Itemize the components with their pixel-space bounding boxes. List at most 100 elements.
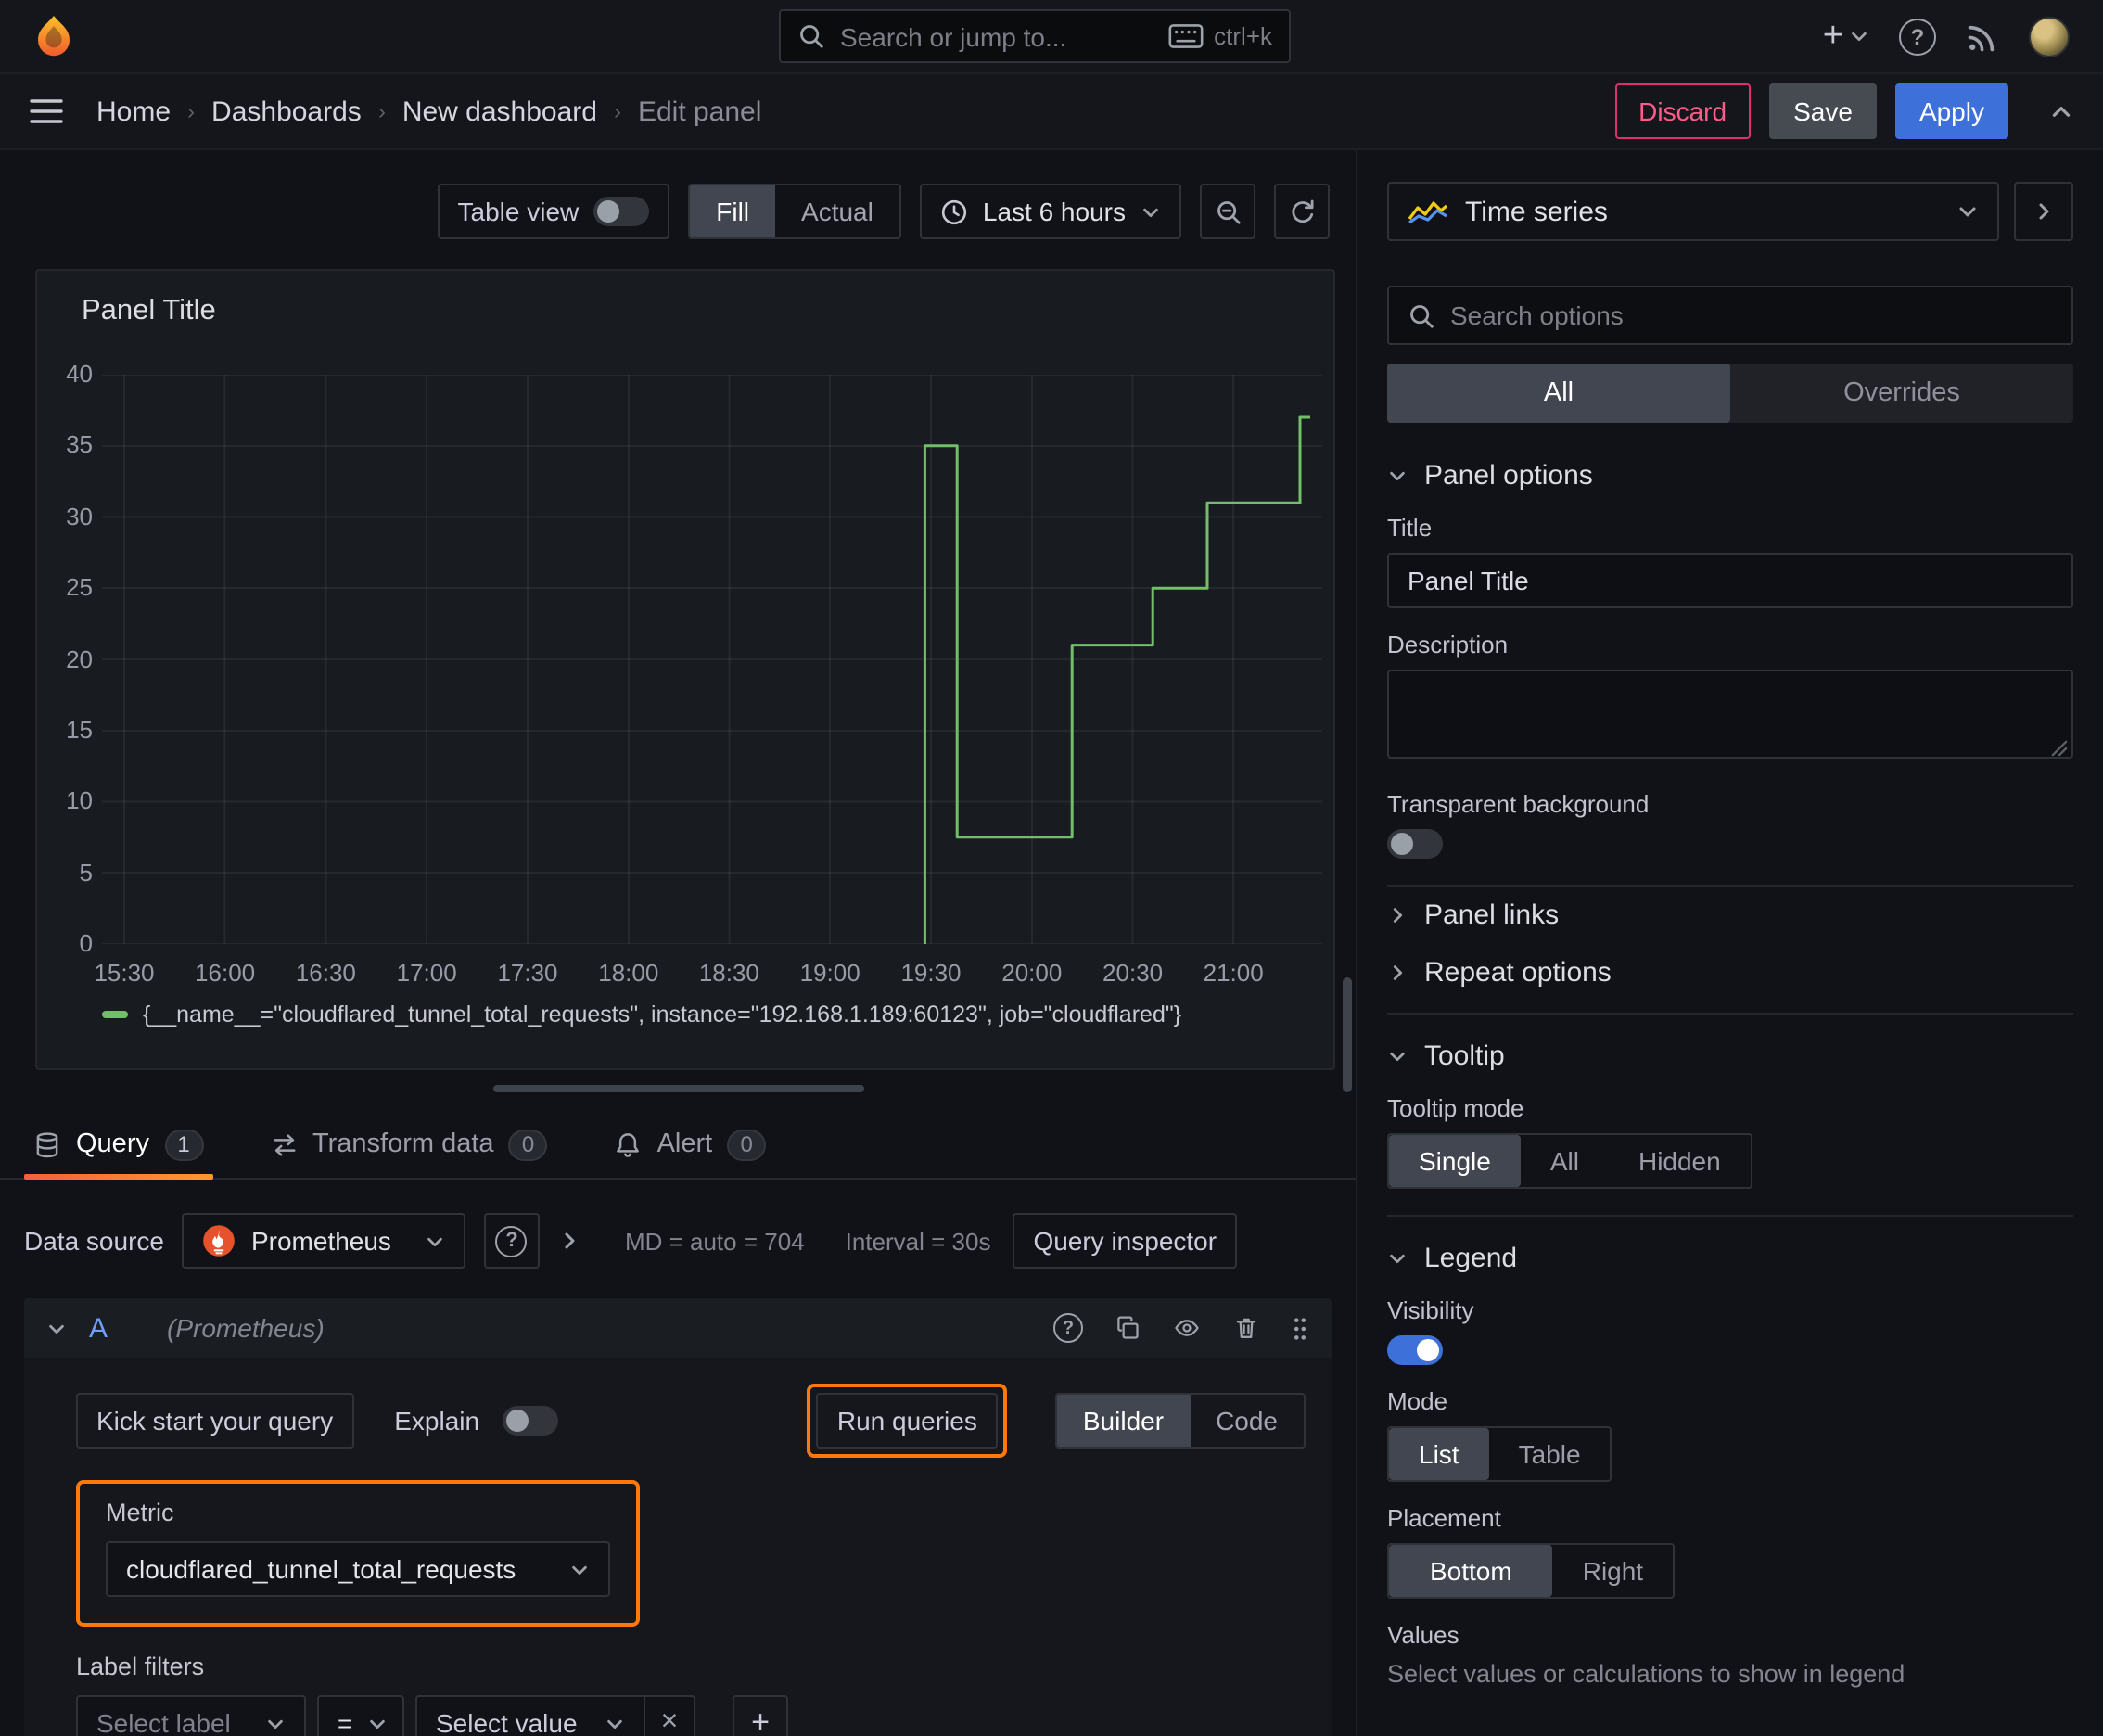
chevron-down-icon bbox=[367, 1713, 388, 1733]
add-filter-button[interactable]: + bbox=[733, 1695, 788, 1736]
refresh-button[interactable] bbox=[1274, 184, 1330, 239]
description-label: Description bbox=[1387, 631, 1509, 658]
placement-bottom-option[interactable]: Bottom bbox=[1389, 1545, 1553, 1597]
panel-options-section-header[interactable]: Panel options bbox=[1387, 460, 2073, 491]
chevron-down-icon bbox=[1849, 26, 1869, 46]
query-row-header[interactable]: A (Prometheus) ? bbox=[24, 1298, 1332, 1358]
select-label-dropdown[interactable]: Select label bbox=[76, 1695, 306, 1736]
chevron-down-icon[interactable] bbox=[46, 1318, 67, 1338]
tooltip-section-title: Tooltip bbox=[1424, 1040, 1505, 1072]
mode-list-option[interactable]: List bbox=[1389, 1428, 1489, 1480]
section-divider bbox=[1387, 1215, 2073, 1217]
query-ref-id[interactable]: A bbox=[89, 1312, 108, 1344]
fill-actual-group: Fill Actual bbox=[688, 184, 901, 239]
delete-query-trash-icon[interactable] bbox=[1233, 1315, 1259, 1341]
tooltip-single-option[interactable]: Single bbox=[1389, 1135, 1521, 1187]
hide-query-eye-icon[interactable] bbox=[1172, 1315, 1202, 1341]
legend-section-header[interactable]: Legend bbox=[1387, 1243, 2073, 1274]
description-textarea[interactable] bbox=[1387, 670, 2073, 759]
viz-type-picker[interactable]: Time series bbox=[1387, 182, 1999, 241]
grafana-logo-icon[interactable] bbox=[30, 12, 78, 60]
table-view-switch[interactable] bbox=[593, 197, 650, 226]
remove-filter-icon[interactable]: × bbox=[644, 1697, 694, 1736]
discard-button[interactable]: Discard bbox=[1614, 83, 1752, 139]
duplicate-icon[interactable] bbox=[1115, 1315, 1141, 1341]
new-menu-button[interactable]: + bbox=[1823, 19, 1869, 54]
zoom-out-button[interactable] bbox=[1200, 184, 1255, 239]
legend-series-label[interactable]: {__name__="cloudflared_tunnel_total_requ… bbox=[143, 1002, 1181, 1028]
repeat-options-section[interactable]: Repeat options bbox=[1387, 944, 2073, 1002]
chevron-right-icon[interactable] bbox=[558, 1230, 580, 1252]
metric-select[interactable]: cloudflared_tunnel_total_requests bbox=[106, 1541, 610, 1597]
query-inspector-button[interactable]: Query inspector bbox=[1013, 1213, 1238, 1269]
datasource-picker[interactable]: Prometheus bbox=[182, 1213, 465, 1269]
kick-start-button[interactable]: Kick start your query bbox=[76, 1393, 354, 1449]
tab-overrides[interactable]: Overrides bbox=[1730, 364, 2073, 423]
fill-option[interactable]: Fill bbox=[690, 185, 776, 237]
datasource-name: Prometheus bbox=[250, 1226, 391, 1256]
horizontal-scrollbar[interactable] bbox=[492, 1085, 863, 1092]
tooltip-hidden-option[interactable]: Hidden bbox=[1609, 1135, 1751, 1187]
chevron-up-icon[interactable] bbox=[2049, 99, 2073, 123]
builder-option[interactable]: Builder bbox=[1056, 1395, 1191, 1447]
x-axis-tick-label: 19:00 bbox=[799, 959, 860, 987]
panel-preview: Panel Title 0 5 10 15 20 25 30 35 40 15:30 16:00 1… bbox=[35, 269, 1335, 1070]
options-search[interactable] bbox=[1387, 286, 2073, 345]
time-range-picker[interactable]: Last 6 hours bbox=[919, 184, 1181, 239]
datasource-help-button[interactable]: ? bbox=[483, 1213, 540, 1269]
tab-query[interactable]: Query 1 bbox=[24, 1111, 212, 1180]
search-placeholder: Search or jump to... bbox=[840, 21, 1067, 51]
breadcrumb-separator: › bbox=[187, 98, 196, 124]
transparent-background-switch[interactable] bbox=[1387, 829, 1443, 859]
breadcrumb-dashboards[interactable]: Dashboards bbox=[211, 96, 362, 127]
table-view-toggle[interactable]: Table view bbox=[437, 184, 670, 239]
y-axis-tick-label: 40 bbox=[66, 360, 93, 388]
vertical-scrollbar[interactable] bbox=[1343, 977, 1352, 1092]
panel-title-input[interactable] bbox=[1387, 553, 2073, 608]
operator-dropdown[interactable]: = bbox=[317, 1695, 404, 1736]
x-axis-tick-label: 20:00 bbox=[1001, 959, 1063, 987]
explain-switch[interactable] bbox=[502, 1406, 558, 1436]
legend-placement-group: Bottom Right bbox=[1387, 1543, 1676, 1599]
time-series-chart[interactable] bbox=[102, 375, 1322, 944]
label-filters-label: Label filters bbox=[76, 1653, 205, 1680]
collapse-options-button[interactable] bbox=[2014, 182, 2073, 241]
select-value-placeholder: Select value bbox=[436, 1708, 578, 1736]
breadcrumb-home[interactable]: Home bbox=[96, 96, 171, 127]
label-filters-section: Label filters Select label = Select valu… bbox=[76, 1653, 1306, 1736]
tab-alert[interactable]: Alert 0 bbox=[605, 1111, 776, 1178]
code-option[interactable]: Code bbox=[1190, 1395, 1304, 1447]
news-rss-icon[interactable] bbox=[1966, 19, 1999, 53]
options-search-input[interactable] bbox=[1450, 300, 2053, 330]
chevron-down-icon bbox=[1387, 466, 1408, 486]
apply-button[interactable]: Apply bbox=[1894, 83, 2008, 139]
menu-toggle-icon[interactable] bbox=[30, 98, 63, 124]
actual-option[interactable]: Actual bbox=[775, 185, 899, 237]
tooltip-section-header[interactable]: Tooltip bbox=[1387, 1040, 2073, 1072]
mode-table-option[interactable]: Table bbox=[1489, 1428, 1611, 1480]
breadcrumb-new-dashboard[interactable]: New dashboard bbox=[402, 96, 597, 127]
tab-all[interactable]: All bbox=[1387, 364, 1730, 423]
query-help-icon[interactable]: ? bbox=[1053, 1313, 1083, 1343]
time-range-label: Last 6 hours bbox=[982, 197, 1126, 226]
help-icon: ? bbox=[495, 1225, 528, 1257]
run-queries-button[interactable]: Run queries bbox=[816, 1393, 998, 1449]
drag-handle-icon[interactable] bbox=[1291, 1314, 1309, 1342]
x-axis-tick-label: 15:30 bbox=[94, 959, 155, 987]
panel-links-section[interactable]: Panel links bbox=[1387, 887, 2073, 944]
placement-right-option[interactable]: Right bbox=[1553, 1545, 1673, 1597]
legend-visibility-switch[interactable] bbox=[1387, 1335, 1443, 1365]
legend-swatch[interactable] bbox=[102, 1011, 128, 1018]
user-avatar[interactable] bbox=[2029, 16, 2070, 57]
select-value-dropdown[interactable]: Select value bbox=[417, 1697, 644, 1736]
tab-transform[interactable]: Transform data 0 bbox=[261, 1111, 557, 1178]
tooltip-all-option[interactable]: All bbox=[1521, 1135, 1609, 1187]
legend-mode-label: Mode bbox=[1387, 1387, 1448, 1415]
help-button[interactable]: ? bbox=[1899, 18, 1936, 55]
panel-title[interactable]: Panel Title bbox=[82, 295, 216, 328]
save-button[interactable]: Save bbox=[1769, 83, 1877, 139]
explain-label: Explain bbox=[394, 1406, 480, 1436]
breadcrumb-separator: › bbox=[377, 98, 386, 124]
global-search[interactable]: Search or jump to... ctrl+k bbox=[779, 9, 1291, 63]
chevron-down-icon bbox=[1387, 1248, 1408, 1269]
